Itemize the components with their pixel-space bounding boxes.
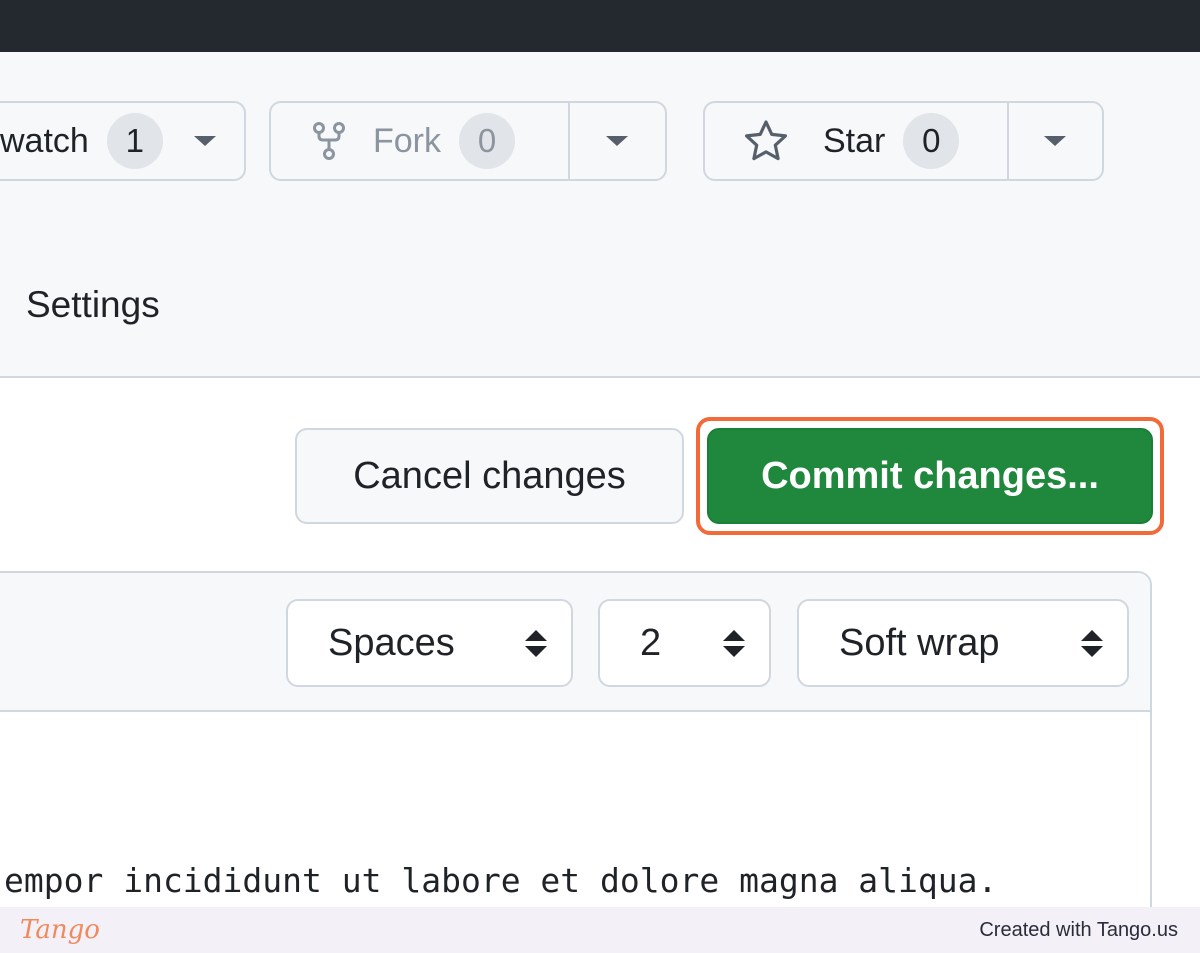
indent-size-value: 2 [640, 621, 662, 664]
watch-count-badge: 1 [106, 113, 163, 169]
watch-dropdown-button[interactable] [167, 103, 244, 179]
indent-mode-select[interactable]: Spaces [286, 599, 573, 687]
top-navigation-bar [0, 0, 1200, 52]
tab-separator [0, 292, 2, 318]
fork-button-group: Fork 0 [269, 101, 667, 181]
star-count-badge: 0 [903, 113, 960, 169]
star-button[interactable]: Star 0 [705, 103, 1007, 179]
fork-button[interactable]: Fork 0 [271, 103, 568, 179]
fork-dropdown-button[interactable] [567, 103, 665, 179]
sort-arrows-icon [723, 629, 745, 657]
tango-footer: Tango Created with Tango.us [0, 907, 1200, 953]
line-wrap-select[interactable]: Soft wrap [797, 599, 1129, 687]
code-editor-line[interactable]: empor incididunt ut labore et dolore mag… [4, 861, 997, 900]
fork-count-badge: 0 [459, 113, 515, 169]
tab-settings[interactable]: Settings [0, 284, 160, 326]
triangle-down-icon [194, 136, 217, 146]
watch-button-group: watch 1 [0, 101, 246, 181]
star-dropdown-button[interactable] [1006, 103, 1102, 179]
cancel-changes-button[interactable]: Cancel changes [295, 428, 684, 524]
star-label: Star [823, 121, 886, 160]
star-icon [743, 119, 789, 163]
fork-label: Fork [373, 121, 441, 160]
editor-toolbar: Spaces 2 Soft wrap [0, 573, 1150, 712]
indent-mode-value: Spaces [328, 621, 455, 664]
line-wrap-value: Soft wrap [839, 621, 1000, 664]
sort-arrows-icon [1081, 629, 1103, 657]
watch-label: watch [0, 121, 89, 160]
sort-arrows-icon [525, 629, 547, 657]
star-button-group: Star 0 [703, 101, 1104, 181]
commit-changes-button[interactable]: Commit changes... [707, 428, 1153, 524]
triangle-down-icon [606, 136, 629, 146]
tango-logo: Tango [20, 915, 100, 945]
triangle-down-icon [1044, 136, 1067, 146]
tab-settings-label: Settings [26, 284, 160, 325]
footer-credit-text: Created with Tango.us [979, 918, 1178, 941]
watch-button[interactable]: watch 1 [0, 103, 167, 179]
indent-size-select[interactable]: 2 [598, 599, 771, 687]
repo-forked-icon [313, 121, 345, 161]
